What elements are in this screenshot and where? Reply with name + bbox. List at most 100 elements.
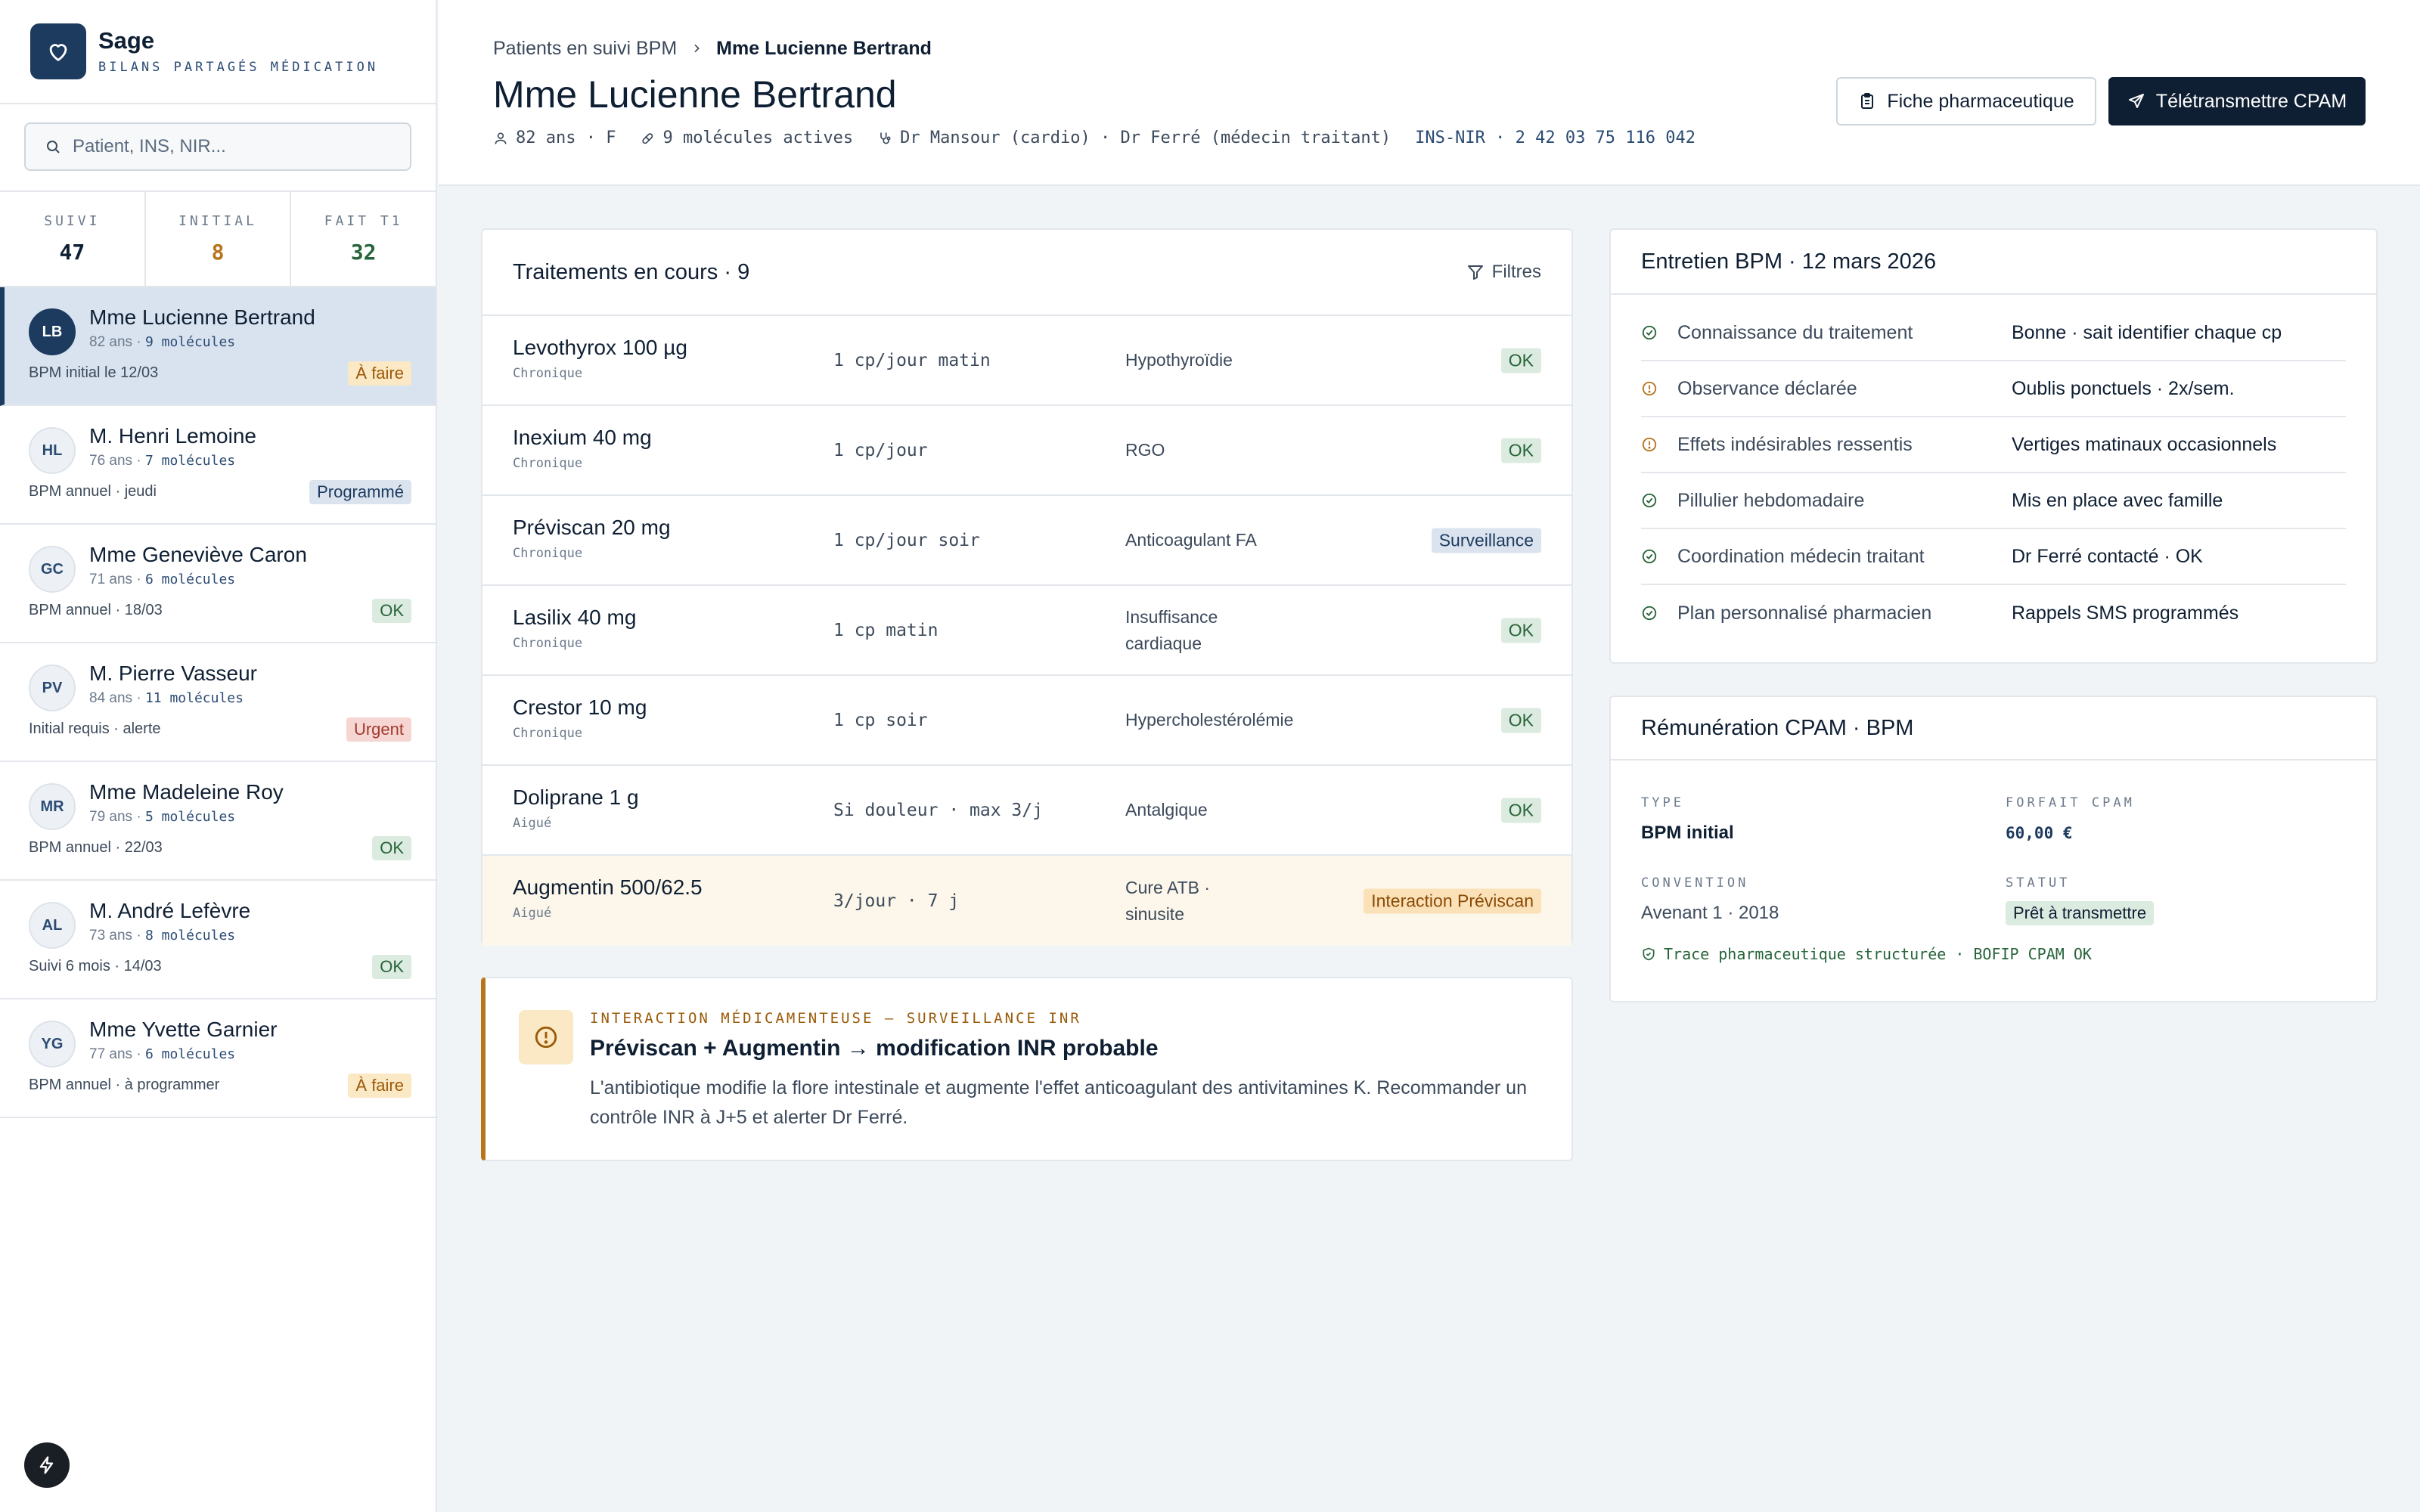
sidebar: Sage BILANS PARTAGÉS MÉDICATION SUIVI 47… <box>0 0 437 1512</box>
bolt-icon[interactable] <box>24 1442 70 1488</box>
filter-button[interactable]: Filtres <box>1466 262 1541 283</box>
fiche-pharmaceutique-button[interactable]: Fiche pharmaceutique <box>1836 77 2096 125</box>
avatar: HL <box>29 427 76 474</box>
patient-age: 84 ans · <box>89 690 145 706</box>
patient-item[interactable]: LB Mme Lucienne Bertrand 82 ans · 9 molé… <box>0 287 436 406</box>
clipboard-icon <box>1861 93 1874 109</box>
status-badge: Urgent <box>346 717 411 742</box>
filter-icon <box>1467 265 1483 280</box>
entretien-row: Observance déclarée Oublis ponctuels · 2… <box>1641 361 2346 417</box>
treatment-kind: Chronique <box>513 546 583 561</box>
status-badge: OK <box>372 955 411 979</box>
button-label: Télétransmettre CPAM <box>2155 90 2347 112</box>
treatment-dose: 1 cp/jour soir <box>833 530 980 550</box>
entretien-value: Mis en place avec famille <box>2012 489 2223 511</box>
statut-label: STATUT <box>2006 875 2071 891</box>
meta-ins: INS-NIR · 2 42 03 75 116 042 <box>1415 129 1696 147</box>
patient-meta: 76 ans · 7 molécules <box>89 453 235 469</box>
stats-bar: SUIVI 47 INITIAL 8 FAIT T1 32 <box>0 192 436 287</box>
patient-meta: 73 ans · 8 molécules <box>89 928 235 944</box>
patient-item[interactable]: MR Mme Madeleine Roy 79 ans · 5 molécule… <box>0 762 436 881</box>
status-badge: Surveillance <box>1431 528 1541 553</box>
patient-item[interactable]: GC Mme Geneviève Caron 71 ans · 6 molécu… <box>0 525 436 643</box>
treatment-kind: Chronique <box>513 636 583 651</box>
status-badge: Prêt à transmettre <box>2006 901 2155 925</box>
avatar: MR <box>29 783 76 830</box>
status-badge: OK <box>1500 618 1541 643</box>
search-input[interactable] <box>73 136 390 157</box>
treatment-name: Augmentin 500/62.5 <box>513 875 703 899</box>
check-circle-icon <box>1642 325 1657 340</box>
treatment-row[interactable]: Doliprane 1 g Aigué Si douleur · max 3/j… <box>482 766 1571 856</box>
teletransmettre-button[interactable]: Télétransmettre CPAM <box>2108 77 2366 125</box>
treatment-indication: Hypercholestérolémie <box>1125 710 1294 730</box>
patient-status: BPM initial le 12/03 <box>29 364 159 381</box>
check-circle-icon <box>1642 606 1657 621</box>
stat-label: SUIVI <box>44 213 101 229</box>
patient-item[interactable]: PV M. Pierre Vasseur 84 ans · 11 molécul… <box>0 643 436 762</box>
patient-item[interactable]: YG Mme Yvette Garnier 77 ans · 6 molécul… <box>0 999 436 1118</box>
patient-molecules: 6 molécules <box>144 1046 236 1062</box>
treatment-row[interactable]: Crestor 10 mg Chronique 1 cp soir Hyperc… <box>482 676 1571 766</box>
treatment-kind: Chronique <box>513 366 583 381</box>
patient-status: BPM annuel · à programmer <box>29 1077 220 1093</box>
filter-label: Filtres <box>1491 262 1541 282</box>
status-badge: OK <box>1500 708 1541 733</box>
stat-initial: INITIAL 8 <box>146 192 292 286</box>
patient-molecules: 5 molécules <box>144 809 236 825</box>
treatment-row[interactable]: Lasilix 40 mg Chronique 1 cp matin Insuf… <box>482 586 1571 676</box>
alert-circle-icon <box>519 1010 573 1064</box>
treatment-indication: Hypothyroïdie <box>1125 350 1233 370</box>
meta-age: 82 ans · F <box>516 129 616 147</box>
patient-name: Mme Lucienne Bertrand <box>89 305 315 329</box>
meta-doctors: Dr Mansour (cardio) · Dr Ferré (médecin … <box>900 129 1392 147</box>
treatment-name: Préviscan 20 mg <box>513 516 671 539</box>
pill-icon <box>642 132 653 144</box>
stat-label: INITIAL <box>178 213 257 229</box>
patient-item[interactable]: AL M. André Lefèvre 73 ans · 8 molécules… <box>0 881 436 999</box>
patient-molecules: 8 molécules <box>144 928 236 943</box>
patient-name: M. Henri Lemoine <box>89 424 256 448</box>
treatment-row[interactable]: Inexium 40 mg Chronique 1 cp/jour RGO OK <box>482 406 1571 496</box>
treatment-dose: 1 cp/jour matin <box>833 350 991 370</box>
treatment-row[interactable]: Levothyrox 100 µg Chronique 1 cp/jour ma… <box>482 316 1571 406</box>
patient-molecules: 7 molécules <box>144 453 236 469</box>
trace-text: Trace pharmaceutique structurée · BOFIP … <box>1664 945 2092 963</box>
patient-meta: 71 ans · 6 molécules <box>89 572 235 588</box>
treatment-indication: Insuffisance cardiaque <box>1125 607 1218 653</box>
treatment-dose: 1 cp matin <box>833 620 939 640</box>
patient-status: BPM annuel · jeudi <box>29 483 157 500</box>
treatment-dose: Si douleur · max 3/j <box>833 800 1043 820</box>
entretien-value: Oublis ponctuels · 2x/sem. <box>2012 377 2235 399</box>
entretien-label: Connaissance du traitement <box>1677 321 1913 343</box>
patient-age: 73 ans · <box>89 928 145 943</box>
treatment-dose: 1 cp/jour <box>833 440 928 460</box>
treatment-row[interactable]: Préviscan 20 mg Chronique 1 cp/jour soir… <box>482 496 1571 586</box>
convention-label: CONVENTION <box>1641 875 1749 891</box>
patient-name: Mme Geneviève Caron <box>89 543 307 566</box>
entretien-row: Pillulier hebdomadaire Mis en place avec… <box>1641 473 2346 529</box>
patient-list: LB Mme Lucienne Bertrand 82 ans · 9 molé… <box>0 287 436 1118</box>
patient-status: Suivi 6 mois · 14/03 <box>29 958 162 974</box>
breadcrumb-parent[interactable]: Patients en suivi BPM <box>493 38 677 60</box>
alert-title: Préviscan + Augmentin → modification INR… <box>590 1036 1159 1061</box>
alert-body: L'antibiotique modifie la flore intestin… <box>590 1077 1527 1128</box>
patient-molecules: 11 molécules <box>144 690 244 706</box>
remuneration-panel: Rémunération CPAM · BPM TYPE BPM initial… <box>1609 696 2378 1002</box>
stat-value: 8 <box>211 240 225 265</box>
button-label: Fiche pharmaceutique <box>1887 90 2074 112</box>
warning-circle-icon <box>1642 437 1657 452</box>
forfait-value: 60,00 € <box>2006 824 2073 842</box>
entretien-label: Effets indésirables ressentis <box>1677 433 1913 455</box>
panel-title: Entretien BPM · 12 mars 2026 <box>1641 249 1937 274</box>
heart-icon[interactable] <box>30 23 86 79</box>
stat-value: 47 <box>59 240 85 265</box>
treatment-row[interactable]: Augmentin 500/62.5 Aigué 3/jour · 7 j Cu… <box>482 856 1571 946</box>
patient-age: 79 ans · <box>89 809 145 825</box>
interaction-alert: INTERACTION MÉDICAMENTEUSE — SURVEILLANC… <box>481 977 1573 1161</box>
treatment-indication: RGO <box>1125 440 1165 460</box>
entretien-value: Vertiges matinaux occasionnels <box>2012 433 2277 455</box>
entretien-value: Dr Ferré contacté · OK <box>2012 545 2203 567</box>
entretien-label: Plan personnalisé pharmacien <box>1677 602 1932 624</box>
patient-item[interactable]: HL M. Henri Lemoine 76 ans · 7 molécules… <box>0 406 436 525</box>
